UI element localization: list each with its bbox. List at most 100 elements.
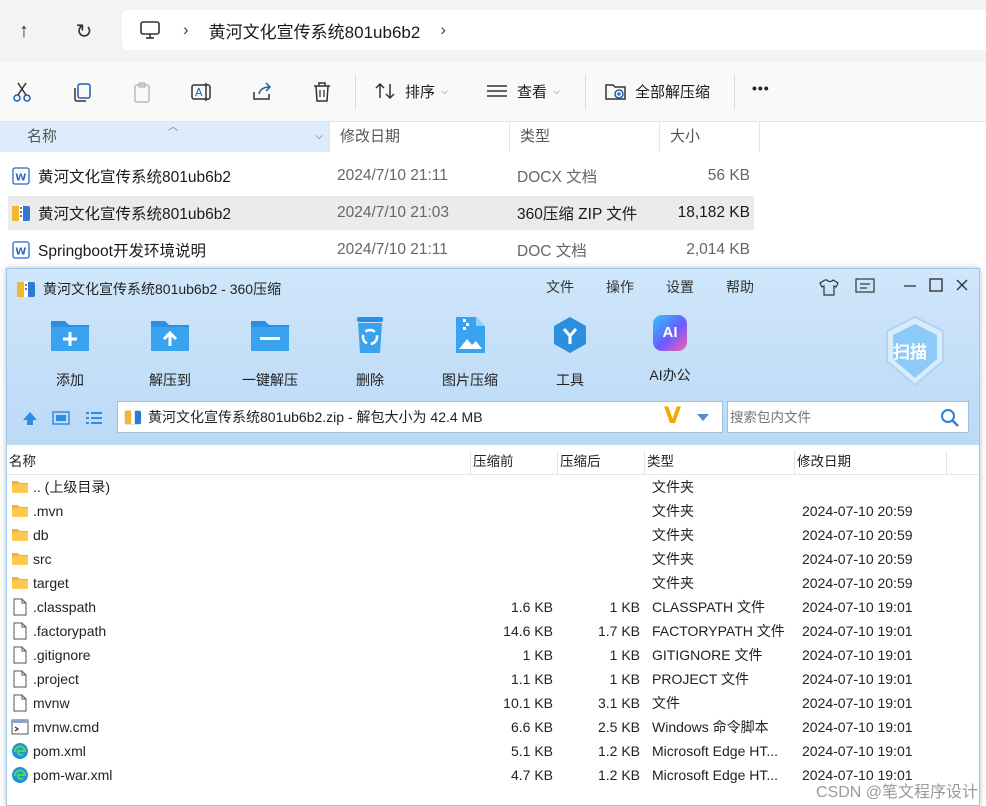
up-arrow-icon[interactable]: ↑ [6,13,42,49]
archive-row[interactable]: src 文件夹 2024-07-10 20:59 [7,547,979,571]
view-button[interactable]: 查看 ⌵ [486,80,560,102]
delete-icon[interactable] [302,72,342,112]
list-view-icon[interactable] [85,409,103,427]
file-row[interactable]: W 黄河文化宣传系统801ub6b2 2024/7/10 21:11 DOCX … [8,159,754,193]
file-row[interactable]: 黄河文化宣传系统801ub6b2 2024/7/10 21:03 360压缩 Z… [8,196,754,230]
archive-row[interactable]: mvnw.cmd 6.6 KB 2.5 KB Windows 命令脚本 2024-07-… [7,715,979,739]
add-folder-icon [51,321,89,351]
checkmark-v-icon[interactable]: V [664,404,681,429]
column-name[interactable]: 名称 ︿ ⌵ [0,122,330,152]
image-compress-button[interactable]: 图片压缩 [425,315,515,390]
col-type[interactable]: 类型 [645,451,795,475]
column-type[interactable]: 类型 [510,122,660,152]
feedback-icon[interactable] [855,278,875,296]
archive-row-size-before: 1.6 KB [510,599,553,615]
ai-office-button[interactable]: AI AI办公 [625,315,715,385]
archive-row-type: 文件夹 [652,503,694,519]
menu-help[interactable]: 帮助 [726,277,754,297]
archive-row[interactable]: pom.xml 5.1 KB 1.2 KB Microsoft Edge HT... 2… [7,739,979,763]
tools-button[interactable]: 工具 [525,315,615,390]
chevron-down-icon[interactable]: ⌵ [315,122,323,152]
archive-row-size-before: 10.1 KB [503,695,553,711]
menu-settings[interactable]: 设置 [666,277,694,297]
up-level-icon[interactable] [21,409,39,427]
search-icon[interactable] [940,408,960,428]
folder-icon [11,550,29,568]
archive-row[interactable]: mvnw 10.1 KB 3.1 KB 文件 2024-07-10 19:01 [7,691,979,715]
archive-list-header: 名称 压缩前 压缩后 类型 修改日期 [7,451,979,475]
one-click-extract-button[interactable]: 一键解压 [225,315,315,390]
copy-icon[interactable] [62,72,102,112]
share-icon[interactable] [242,72,282,112]
menu-file[interactable]: 文件 [546,277,574,297]
archive-row-name: .project [33,671,79,687]
archive-row-date: 2024-07-10 19:01 [802,671,913,687]
col-date[interactable]: 修改日期 [795,451,947,475]
refresh-icon[interactable]: ↻ [66,13,102,49]
archive-row[interactable]: .gitignore 1 KB 1 KB GITIGNORE 文件 2024-07-10… [7,643,979,667]
file-row[interactable]: W Springboot开发环境说明 2024/7/10 21:11 DOC 文… [8,233,754,267]
svg-text:W: W [15,173,26,184]
divider [585,74,586,110]
archive-row[interactable]: .. (上级目录) 文件夹 [7,475,979,499]
maximize-icon[interactable] [928,277,944,293]
minimize-icon[interactable] [902,279,918,293]
archive-row-name: .gitignore [33,647,91,663]
archive-row-type: Microsoft Edge HT... [652,767,779,783]
archive-row[interactable]: target 文件夹 2024-07-10 20:59 [7,571,979,595]
archive-row[interactable]: .classpath 1.6 KB 1 KB CLASSPATH 文件 2024-07-… [7,595,979,619]
one-click-extract-label: 一键解压 [242,372,298,388]
archive-row-type: 文件 [652,695,680,711]
col-size-after[interactable]: 压缩后 [558,451,645,475]
scan-button[interactable]: 扫描 [883,315,947,387]
archive-row-date: 2024-07-10 19:01 [802,647,913,663]
archive-row[interactable]: .factorypath 14.6 KB 1.7 KB FACTORYPATH 文件 2… [7,619,979,643]
delete-button[interactable]: 删除 [325,315,415,390]
cut-icon[interactable] [2,72,42,112]
more-options-button[interactable]: ••• [752,80,770,96]
add-button[interactable]: 添加 [25,315,115,390]
breadcrumb-separator[interactable]: › [183,20,189,40]
archive-row-type: 文件夹 [652,575,694,591]
archive-row-size-before: 1.1 KB [510,671,553,687]
archive-row-size-before: 5.1 KB [510,743,553,759]
rename-icon[interactable]: A [182,72,222,112]
archive-row-size-after: 1 KB [609,671,640,687]
archive-path-bar[interactable]: 黄河文化宣传系统801ub6b2.zip - 解包大小为 42.4 MB V [117,401,723,433]
archive-row-name: src [33,551,52,567]
recycle-bin-icon [357,317,383,353]
sort-button[interactable]: 排序 ⌵ [374,80,448,102]
skin-shirt-icon[interactable] [819,277,839,297]
extract-to-button[interactable]: 解压到 [125,315,215,390]
file-type: DOC 文档 [517,243,587,260]
archive-row-size-after: 1.2 KB [597,743,640,759]
close-icon[interactable] [954,277,970,293]
archive-row-name: mvnw [33,695,70,711]
archive-row[interactable]: db 文件夹 2024-07-10 20:59 [7,523,979,547]
image-compress-icon [456,317,485,353]
archive-row[interactable]: .project 1.1 KB 1 KB PROJECT 文件 2024-07-10 1… [7,667,979,691]
dropdown-arrow-icon[interactable] [696,413,710,423]
paste-icon[interactable] [122,72,162,112]
ai-office-label: AI办公 [649,367,691,383]
archive-row-name: mvnw.cmd [33,719,100,735]
thumbnail-view-icon[interactable] [52,409,70,427]
file-date: 2024/7/10 21:11 [337,241,448,258]
address-bar[interactable]: › 黄河文化宣传系统801ub6b2 › [122,10,986,50]
archive-search-input[interactable] [730,404,930,430]
menu-operation[interactable]: 操作 [606,277,634,297]
archive-row[interactable]: .mvn 文件夹 2024-07-10 20:59 [7,499,979,523]
column-size[interactable]: 大小 [660,122,760,152]
column-date[interactable]: 修改日期 [330,122,510,152]
svg-text:A: A [195,86,203,99]
command-bar: A 排序 ⌵ 查看 ⌵ 全部解压缩 ••• [0,62,986,122]
breadcrumb-separator[interactable]: › [440,20,446,40]
archive-row-type: 文件夹 [652,551,694,567]
extract-all-button[interactable]: 全部解压缩 [604,80,710,102]
archive-search-box[interactable] [727,401,969,433]
archive-row-name: target [33,575,69,591]
col-size-before[interactable]: 压缩前 [471,451,558,475]
divider [355,74,356,110]
breadcrumb-folder[interactable]: 黄河文化宣传系统801ub6b2 [209,18,421,43]
col-name[interactable]: 名称 [7,451,471,475]
